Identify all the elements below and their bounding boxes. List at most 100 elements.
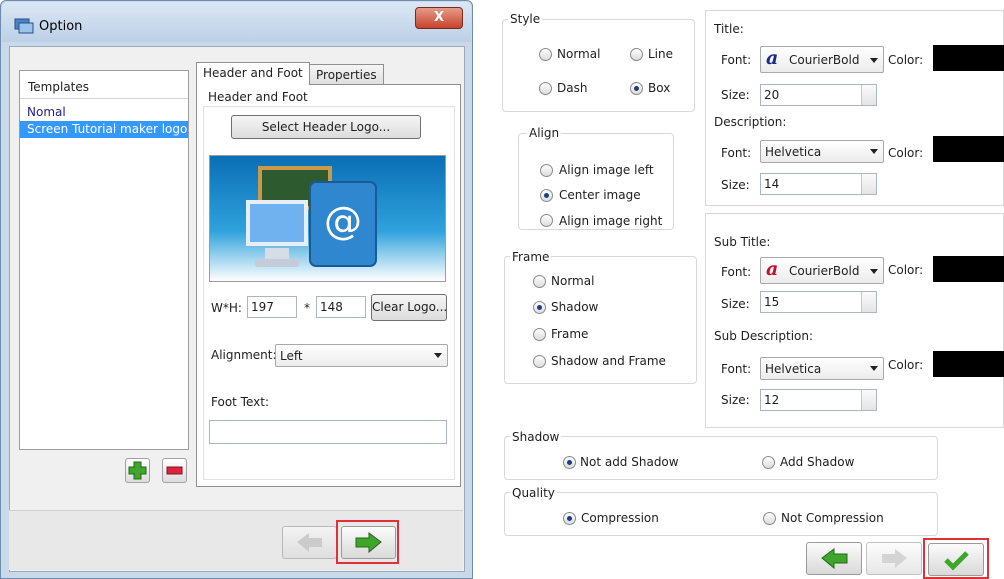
style-group-label: Style <box>508 12 543 26</box>
subtitle-size-label: Size: <box>721 297 750 311</box>
quality-compression-radio[interactable] <box>563 512 576 525</box>
description-size-spinner[interactable] <box>861 174 876 194</box>
subtitle-label: Sub Title: <box>714 235 771 249</box>
description-color-label: Color: <box>888 146 924 160</box>
tab-properties[interactable]: Properties <box>309 64 384 84</box>
template-item-nomal[interactable]: Nomal <box>20 104 188 121</box>
style-dash-radio[interactable] <box>539 82 552 95</box>
chevron-down-icon <box>870 366 878 371</box>
align-group-label: Align <box>527 126 562 140</box>
frame-shadow-radio[interactable] <box>533 301 546 314</box>
subtitle-size-input[interactable]: 15 <box>760 291 877 313</box>
subdescription-font-select[interactable]: Helvetica <box>760 357 884 380</box>
subdescription-size-input[interactable]: 12 <box>760 389 877 411</box>
times-label: * <box>304 301 310 315</box>
frame-frame-label: Frame <box>551 327 589 341</box>
chevron-down-icon <box>870 58 878 63</box>
arrow-left-icon <box>821 548 848 570</box>
description-color-swatch[interactable] <box>933 136 1004 162</box>
select-header-logo-button[interactable]: Select Header Logo... <box>231 115 421 139</box>
title-bar[interactable]: Option <box>2 2 471 42</box>
title-size-spinner[interactable] <box>861 85 876 105</box>
align-center-radio[interactable] <box>540 189 553 202</box>
remove-template-button[interactable] <box>162 458 187 483</box>
style-line-radio[interactable] <box>630 48 643 61</box>
description-size-input[interactable]: 14 <box>760 173 877 195</box>
next-button[interactable] <box>341 526 396 559</box>
alignment-label: Alignment: <box>211 348 277 362</box>
foot-text-label: Foot Text: <box>211 395 269 409</box>
title-color-label: Color: <box>888 53 924 67</box>
arrow-right-icon <box>355 532 382 554</box>
frame-normal-radio[interactable] <box>533 275 546 288</box>
back-button[interactable] <box>806 542 862 575</box>
finish-button[interactable] <box>928 543 984 576</box>
svg-text:@: @ <box>324 199 362 243</box>
subdescription-color-swatch[interactable] <box>933 351 1004 377</box>
wh-label: W*H: <box>211 301 242 315</box>
title-font-value: CourierBold <box>789 53 860 67</box>
subdescription-font-value: Helvetica <box>765 362 822 376</box>
alignment-value: Left <box>280 349 303 363</box>
logo-width-input[interactable]: 197 <box>247 296 297 318</box>
quality-group-label: Quality <box>510 486 557 500</box>
shadow-not-add-radio[interactable] <box>563 456 576 469</box>
style-box-radio[interactable] <box>630 82 643 95</box>
style-line-label: Line <box>648 47 674 61</box>
close-button[interactable]: X <box>415 7 463 29</box>
add-template-button[interactable] <box>125 458 150 483</box>
subtitle-size-spinner[interactable] <box>861 292 876 312</box>
subdescription-color-label: Color: <box>888 358 924 372</box>
subdescription-size-value: 12 <box>764 393 780 407</box>
subtitle-font-select[interactable]: a CourierBold <box>760 257 884 284</box>
templates-list[interactable]: Nomal Screen Tutorial maker logo <box>20 104 188 138</box>
shadow-not-add-label: Not add Shadow <box>580 455 679 469</box>
frame-shadow-frame-label: Shadow and Frame <box>551 354 666 368</box>
foot-text-input[interactable] <box>209 420 447 444</box>
logo-height-input[interactable]: 148 <box>316 296 366 318</box>
tab-header-and-foot[interactable]: Header and Foot <box>196 62 310 85</box>
quality-compression-label: Compression <box>581 511 659 525</box>
arrow-left-icon <box>297 533 322 552</box>
frame-shadow-label: Shadow <box>551 300 599 314</box>
align-left-radio[interactable] <box>540 164 553 177</box>
subdescription-size-spinner[interactable] <box>861 390 876 410</box>
plus-icon <box>128 461 147 480</box>
style-dash-label: Dash <box>557 81 588 95</box>
subdescription-size-label: Size: <box>721 393 750 407</box>
window-title: Option <box>39 19 83 34</box>
title-color-swatch[interactable] <box>933 45 1004 71</box>
description-font-label: Font: <box>721 146 752 160</box>
next-button-disabled[interactable] <box>866 542 922 575</box>
app-icon <box>14 16 34 34</box>
description-size-label: Size: <box>721 178 750 192</box>
clear-logo-button[interactable]: Clear Logo... <box>371 294 447 321</box>
quality-no-compression-radio[interactable] <box>763 512 776 525</box>
subdescription-font-label: Font: <box>721 362 752 376</box>
template-item-screen-tutorial[interactable]: Screen Tutorial maker logo <box>20 121 188 138</box>
templates-header: Templates <box>20 71 188 99</box>
frame-shadow-frame-radio[interactable] <box>533 355 546 368</box>
font-a-icon: a <box>766 258 779 280</box>
description-font-value: Helvetica <box>765 145 822 159</box>
subdescription-label: Sub Description: <box>714 329 814 343</box>
back-button-disabled[interactable] <box>282 526 337 559</box>
align-right-radio[interactable] <box>540 214 553 227</box>
title-font-select[interactable]: a CourierBold <box>760 46 884 73</box>
checkmark-icon <box>944 551 969 571</box>
align-center-label: Center image <box>559 188 641 202</box>
description-font-select[interactable]: Helvetica <box>760 140 884 163</box>
frame-frame-radio[interactable] <box>533 328 546 341</box>
style-normal-label: Normal <box>557 47 601 61</box>
subtitle-font-value: CourierBold <box>789 264 860 278</box>
alignment-select[interactable]: Left <box>275 344 448 367</box>
shadow-add-radio[interactable] <box>762 456 775 469</box>
title-size-input[interactable]: 20 <box>760 84 877 106</box>
description-label: Description: <box>714 115 787 129</box>
arrow-right-icon <box>882 549 907 568</box>
frame-group-label: Frame <box>510 250 552 264</box>
style-normal-radio[interactable] <box>539 48 552 61</box>
subtitle-color-swatch[interactable] <box>933 256 1004 282</box>
shadow-group-label: Shadow <box>510 430 562 444</box>
subtitle-font-label: Font: <box>721 265 752 279</box>
